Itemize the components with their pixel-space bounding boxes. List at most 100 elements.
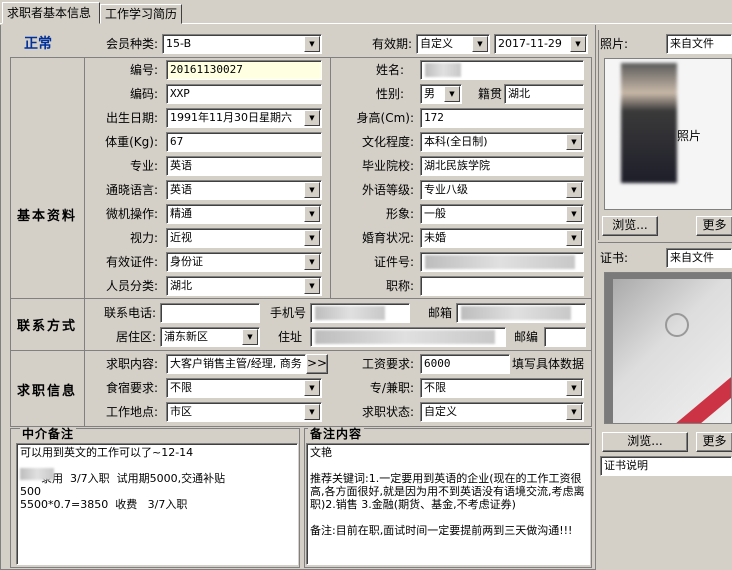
tab-bar: 求职者基本信息 工作学习简历 [0,0,732,24]
job-content-more-button[interactable]: >> [306,354,328,374]
photo-frame: 照片 [604,58,732,210]
id-doc-select[interactable]: 身份证 ▼ [166,252,322,272]
marital-label: 婚育状况: [361,231,414,245]
language-select[interactable]: 英语 ▼ [166,180,322,200]
marital-select[interactable]: 未婚 ▼ [420,228,584,248]
remark-textarea[interactable]: 文艳 推荐关键词:1.一定要用到英语的企业(现在的工作工资很高,各方面很好,就是… [306,443,590,565]
validity-mode-select[interactable]: 自定义 ▼ [416,34,490,54]
job-status-label: 求职状态: [361,405,414,419]
chevron-down-icon: ▼ [304,254,320,270]
job-status-select[interactable]: 自定义 ▼ [420,402,584,422]
lodging-select[interactable]: 不限 ▼ [166,378,322,398]
chevron-down-icon: ▼ [566,182,582,198]
code-field[interactable]: XXP [166,84,322,104]
member-type-select[interactable]: 15-B ▼ [162,34,322,54]
zip-field[interactable] [544,327,586,347]
appearance-label: 形象: [385,207,414,221]
fulltime-select[interactable]: 不限 ▼ [420,378,584,398]
job-content-label: 求职内容: [105,357,158,371]
height-field[interactable]: 172 [420,108,584,128]
section-job-title: 求职信息 [16,384,77,399]
id-label: 编号: [129,63,158,77]
school-label: 毕业院校: [361,159,414,173]
computer-select[interactable]: 精通 ▼ [166,204,322,224]
origin-field[interactable]: 湖北 [504,84,584,104]
weight-label: 体重(Kg): [105,135,158,149]
redacted-block [461,306,571,320]
chevron-down-icon: ▼ [566,404,582,420]
appearance-select[interactable]: 一般 ▼ [420,204,584,224]
major-field[interactable]: 英语 [166,156,322,176]
id-no-label: 证件号: [373,255,414,269]
id-field[interactable]: 20161130027 [166,60,322,80]
education-label: 文化程度: [361,135,414,149]
code-label: 编码: [129,87,158,101]
education-select[interactable]: 本科(全日制) ▼ [420,132,584,152]
photo-caption: 照片 [677,129,702,143]
email-label: 邮箱 [427,306,452,320]
section-basic-title: 基本资料 [16,209,77,224]
redacted-block [20,468,54,480]
member-type-label: 会员种类: [105,37,158,51]
zip-label: 邮编 [513,330,538,344]
phone-field[interactable] [160,303,260,323]
validity-date-picker[interactable]: 2017-11-29 ▼ [494,34,588,54]
address-field[interactable] [310,327,506,347]
address-label: 住址 [277,330,302,344]
chevron-down-icon: ▼ [304,110,320,126]
chevron-down-icon: ▼ [304,380,320,396]
chevron-down-icon: ▼ [566,206,582,222]
location-label: 工作地点: [105,405,158,419]
category-select[interactable]: 湖北 ▼ [166,276,322,296]
chevron-down-icon: ▼ [304,230,320,246]
school-field[interactable]: 湖北民族学院 [420,156,584,176]
chevron-down-icon: ▼ [304,404,320,420]
chevron-down-icon: ▼ [444,86,460,102]
job-content-field[interactable]: 大客户销售主管/经理, 商务 [166,354,306,374]
certificate-image [604,272,732,424]
certificate-desc-field[interactable]: 证书说明 [600,456,732,476]
salary-hint: 填写具体数据 [512,357,585,371]
chevron-down-icon: ▼ [304,182,320,198]
district-select[interactable]: 浦东新区 ▼ [160,327,260,347]
eyesight-select[interactable]: 近视 ▼ [166,228,322,248]
photo-source-select[interactable]: 来自文件 [666,34,732,54]
tab-work-history[interactable]: 工作学习简历 [100,4,182,24]
fulltime-label: 专/兼职: [369,381,414,395]
major-label: 专业: [129,159,158,173]
photo-browse-button[interactable]: 浏览... [602,216,658,236]
gender-label: 性别: [375,87,404,101]
id-doc-label: 有效证件: [105,255,158,269]
redacted-block [425,63,461,77]
birth-date-picker[interactable]: 1991年11月30日星期六 ▼ [166,108,322,128]
certificate-browse-button[interactable]: 浏览... [602,432,688,452]
email-field[interactable] [456,303,586,323]
salary-field[interactable]: 6000 [420,354,510,374]
phone-label: 联系电话: [103,306,156,320]
id-no-field[interactable] [420,252,584,272]
name-field[interactable] [420,60,584,80]
mobile-field[interactable] [310,303,410,323]
lang-level-select[interactable]: 专业八级 ▼ [420,180,584,200]
chevron-down-icon: ▼ [566,230,582,246]
chevron-down-icon: ▼ [472,36,488,52]
height-label: 身高(Cm): [356,111,414,125]
agency-notes-textarea[interactable]: 可以用到英文的工作可以了~12-14 录用 3/7入职 试用期5000,交通补贴… [16,443,298,565]
weight-field[interactable]: 67 [166,132,322,152]
certificate-source-select[interactable]: 来自文件 [666,248,732,268]
title-label: 职称: [385,279,414,293]
gender-select[interactable]: 男 ▼ [420,84,462,104]
mobile-label: 手机号 [269,306,306,320]
certificate-more-button[interactable]: 更多 [696,432,732,452]
validity-label: 有效期: [371,37,412,51]
title-field[interactable] [420,276,584,296]
salary-label: 工资要求: [361,357,414,371]
language-label: 通晓语言: [105,183,158,197]
birth-label: 出生日期: [105,111,158,125]
chevron-down-icon: ▼ [566,134,582,150]
tab-basic-info[interactable]: 求职者基本信息 [2,2,100,24]
location-select[interactable]: 市区 ▼ [166,402,322,422]
photo-more-button[interactable]: 更多 [696,216,732,236]
computer-label: 微机操作: [105,207,158,221]
name-label: 姓名: [375,63,404,77]
